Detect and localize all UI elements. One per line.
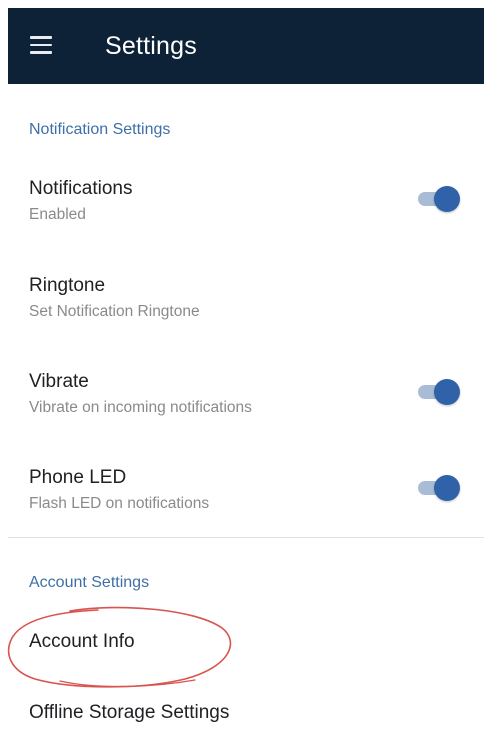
switch-thumb	[434, 379, 460, 405]
vibrate-preference[interactable]: Vibrate Vibrate on incoming notification…	[8, 370, 484, 450]
page-title: Settings	[105, 32, 197, 60]
phone-led-switch[interactable]	[418, 474, 462, 502]
settings-list: Notification Settings Notifications Enab…	[8, 84, 484, 745]
preference-title: Account Info	[29, 631, 135, 652]
app-bar: Settings	[8, 8, 484, 84]
notifications-switch[interactable]	[418, 185, 462, 213]
preference-summary: Flash LED on notifications	[29, 495, 210, 512]
notifications-preference[interactable]: Notifications Enabled	[8, 177, 484, 257]
notification-settings-header: Notification Settings	[29, 121, 171, 138]
preference-title: Phone LED	[29, 467, 127, 488]
hamburger-menu-icon[interactable]	[30, 30, 60, 60]
switch-thumb	[434, 475, 460, 501]
ringtone-preference[interactable]: Ringtone Set Notification Ringtone	[8, 274, 484, 354]
phone-led-preference[interactable]: Phone LED Flash LED on notifications	[8, 466, 484, 546]
preference-summary: Vibrate on incoming notifications	[29, 399, 252, 416]
preference-title: Notifications	[29, 178, 133, 199]
preference-title: Ringtone	[29, 275, 106, 296]
preference-summary: Set Notification Ringtone	[29, 303, 200, 320]
menu-icon-line	[30, 36, 52, 39]
preference-summary: Enabled	[29, 206, 86, 223]
preference-title: Vibrate	[29, 371, 89, 392]
account-info-preference[interactable]: Account Info	[8, 630, 484, 670]
menu-icon-line	[30, 51, 52, 54]
offline-storage-preference[interactable]: Offline Storage Settings	[8, 701, 484, 741]
section-divider	[8, 537, 484, 538]
preference-title: Offline Storage Settings	[29, 702, 230, 723]
vibrate-switch[interactable]	[418, 378, 462, 406]
menu-icon-line	[30, 43, 52, 47]
settings-screen: Settings Notification Settings Notificat…	[0, 0, 484, 745]
account-settings-header: Account Settings	[29, 574, 150, 591]
switch-thumb	[434, 186, 460, 212]
